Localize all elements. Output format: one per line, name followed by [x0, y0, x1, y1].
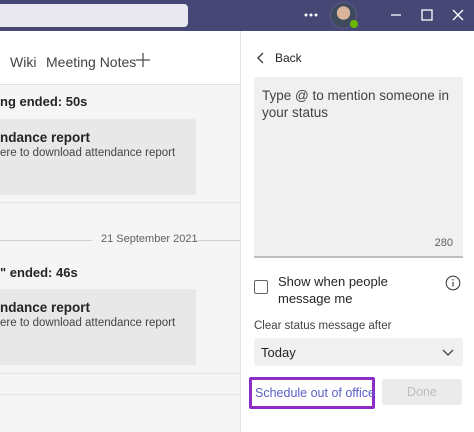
status-message-input[interactable]: Type @ to mention someone in your status… — [254, 77, 463, 258]
date-separator: 21 September 2021 — [0, 232, 240, 250]
done-label: Done — [407, 385, 437, 399]
card-subtitle: ere to download attendance report — [0, 147, 176, 159]
done-button[interactable]: Done — [382, 379, 462, 405]
title-bar — [0, 0, 474, 31]
card-title: ndance report — [0, 130, 91, 145]
channel-tabs: Wiki Meeting Notes — [0, 31, 240, 85]
date-label: 21 September 2021 — [101, 233, 198, 245]
info-icon[interactable] — [445, 275, 461, 291]
attendance-report-card[interactable]: ndance report ere to download attendance… — [0, 289, 196, 365]
plus-icon[interactable] — [134, 51, 152, 69]
tab-wiki[interactable]: Wiki — [10, 54, 36, 70]
separator-line — [195, 240, 240, 241]
card-title: ndance report — [0, 300, 91, 315]
checkbox-label: Show when people message me — [278, 274, 388, 306]
clear-after-label: Clear status message after — [254, 320, 392, 332]
chevron-down-icon — [442, 349, 454, 356]
dropdown-value: Today — [261, 345, 296, 360]
attendance-report-card[interactable]: ndance report ere to download attendance… — [0, 119, 196, 195]
minimize-icon[interactable] — [386, 5, 406, 25]
message-divider — [0, 394, 240, 395]
ellipsis-icon[interactable] — [302, 6, 320, 24]
card-subtitle: ere to download attendance report — [0, 317, 176, 329]
maximize-icon[interactable] — [417, 5, 437, 25]
meeting-ended-text: " ended: 46s — [0, 265, 78, 280]
clear-after-dropdown[interactable]: Today — [254, 338, 463, 366]
schedule-label: Schedule out of office — [255, 386, 375, 400]
presence-available-icon — [349, 19, 359, 29]
set-status-panel: Back Type @ to mention someone in your s… — [240, 31, 474, 432]
message-divider — [0, 373, 240, 374]
close-icon[interactable] — [448, 5, 468, 25]
chat-area: ng ended: 50s ndance report ere to downl… — [0, 85, 240, 432]
show-when-message-checkbox[interactable] — [254, 280, 268, 294]
chevron-left-icon[interactable] — [255, 51, 267, 65]
meeting-ended-text: ng ended: 50s — [0, 94, 88, 109]
back-button[interactable]: Back — [275, 51, 302, 65]
tab-meeting-notes[interactable]: Meeting Notes — [46, 54, 136, 70]
search-input[interactable] — [0, 4, 188, 27]
status-placeholder: Type @ to mention someone in your status — [262, 88, 450, 120]
message-divider — [0, 202, 240, 203]
character-count: 280 — [434, 237, 453, 249]
separator-line — [0, 240, 92, 241]
schedule-out-of-office-button[interactable]: Schedule out of office — [249, 377, 375, 409]
